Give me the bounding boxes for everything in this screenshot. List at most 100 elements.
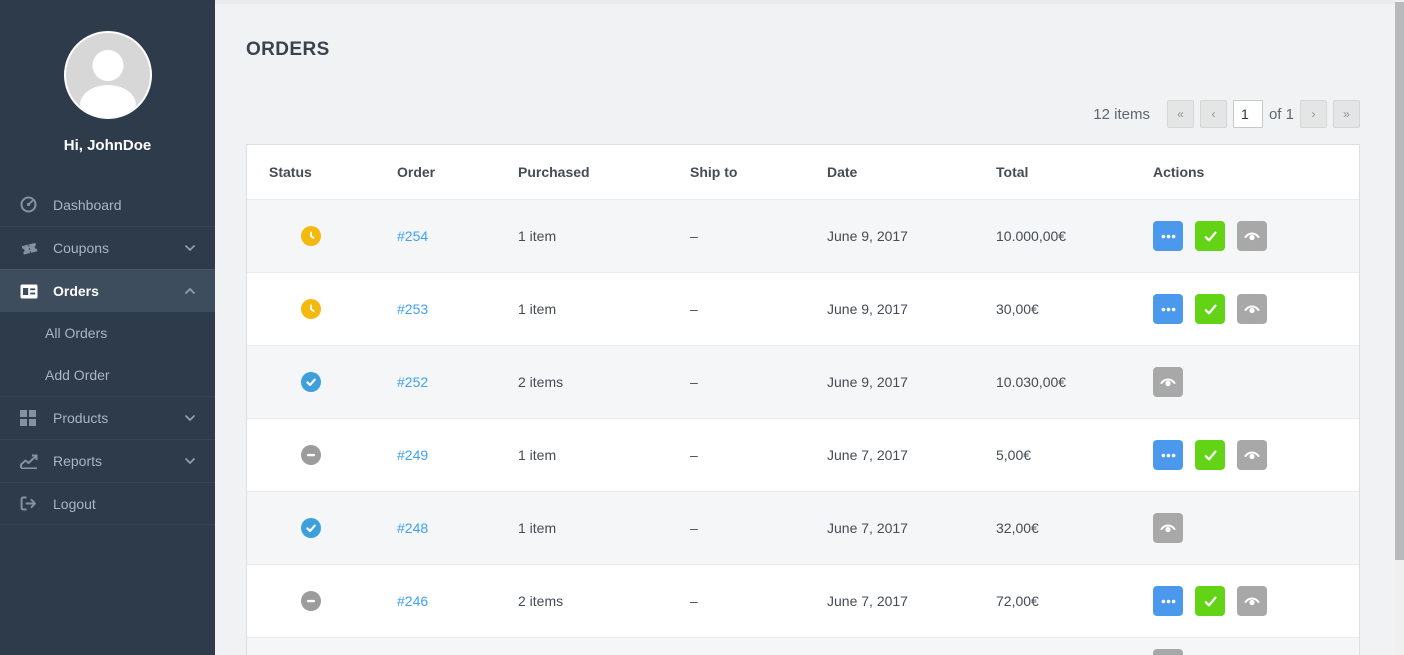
eye-icon <box>1243 594 1261 608</box>
check-icon <box>1203 229 1218 244</box>
chevron-down-icon <box>185 245 195 251</box>
order-view-button[interactable] <box>1237 294 1267 324</box>
orders-icon <box>20 284 39 299</box>
order-complete-button[interactable] <box>1195 440 1225 470</box>
order-number-link[interactable]: #248 <box>397 520 428 536</box>
sidebar-item-reports[interactable]: Reports <box>0 439 215 482</box>
order-row: #252 2 items – June 9, 2017 10.030,00€ <box>247 345 1359 418</box>
chevron-down-icon <box>185 458 195 464</box>
sidebar-item-products[interactable]: Products <box>0 396 215 439</box>
column-header-date: Date <box>827 164 858 180</box>
top-strip <box>215 0 1404 4</box>
order-view-button[interactable] <box>1153 367 1183 397</box>
reports-icon <box>20 454 39 469</box>
order-number-link[interactable]: #246 <box>397 593 428 609</box>
sidebar-item-label: Orders <box>53 283 99 299</box>
purchased-cell: 1 item <box>518 520 557 536</box>
sidebar-subitem-add-order[interactable]: Add Order <box>0 354 215 396</box>
order-cell: #254 <box>375 228 496 244</box>
eye-icon <box>1243 302 1261 316</box>
app-root: Hi, JohnDoe Dashboard Coupons Orders All Or… <box>0 0 1404 655</box>
order-processing-button[interactable] <box>1153 440 1183 470</box>
check-icon <box>1203 302 1218 317</box>
sidebar-item-label: Reports <box>53 453 103 469</box>
sidebar-subitem-all-orders[interactable]: All Orders <box>0 312 215 354</box>
page-title: ORDERS <box>246 39 330 60</box>
order-view-button[interactable] <box>1237 440 1267 470</box>
order-complete-button[interactable] <box>1195 294 1225 324</box>
order-cell: #246 <box>375 593 496 609</box>
status-cell <box>247 372 375 392</box>
status-cell <box>247 226 375 246</box>
ship-to-cell: – <box>690 374 698 390</box>
order-processing-button[interactable] <box>1153 294 1183 324</box>
minus-circle-icon <box>301 591 321 611</box>
eye-icon <box>1243 448 1261 462</box>
total-cell: 72,00€ <box>996 593 1039 609</box>
page-of-label: of 1 <box>1268 105 1294 123</box>
ellipsis-icon <box>1160 593 1177 610</box>
sidebar-nav: Dashboard Coupons Orders All Orders Add Orde… <box>0 183 215 525</box>
actions-cell <box>1131 513 1359 543</box>
user-greeting: Hi, JohnDoe <box>63 137 152 154</box>
logout-icon <box>20 496 39 511</box>
ellipsis-icon <box>1160 447 1177 464</box>
prev-page-button[interactable]: ‹ <box>1199 100 1227 128</box>
order-view-button[interactable] <box>1237 221 1267 251</box>
total-cell: 30,00€ <box>996 301 1039 317</box>
next-page-button[interactable]: › <box>1300 100 1327 128</box>
sidebar-item-logout[interactable]: Logout <box>0 482 215 525</box>
purchased-cell: 2 items <box>518 593 564 609</box>
order-processing-button[interactable] <box>1153 221 1183 251</box>
actions-cell <box>1131 294 1359 324</box>
order-number-link[interactable]: #253 <box>397 301 428 317</box>
date-cell: June 9, 2017 <box>827 228 908 244</box>
ellipsis-icon <box>1160 301 1177 318</box>
date-cell: June 9, 2017 <box>827 374 908 390</box>
order-row: #249 1 item – June 7, 2017 5,00€ <box>247 418 1359 491</box>
order-processing-button[interactable] <box>1153 586 1183 616</box>
order-view-button[interactable] <box>1237 586 1267 616</box>
actions-cell <box>1131 221 1359 251</box>
orders-table-header: Status Order Purchased Ship to Date Total Acti… <box>247 145 1359 199</box>
eye-icon <box>1243 229 1261 243</box>
chevron-down-icon <box>185 415 195 421</box>
date-cell: June 7, 2017 <box>827 520 908 536</box>
status-cell <box>247 299 375 319</box>
order-number-link[interactable]: #252 <box>397 374 428 390</box>
products-icon <box>20 410 39 426</box>
order-row: #254 1 item – June 9, 2017 10.000,00€ <box>247 199 1359 272</box>
order-complete-button[interactable] <box>1195 586 1225 616</box>
order-number-link[interactable]: #254 <box>397 228 428 244</box>
sidebar: Hi, JohnDoe Dashboard Coupons Orders All Or… <box>0 0 215 655</box>
actions-cell <box>1131 440 1359 470</box>
total-cell: 10.000,00€ <box>996 228 1067 244</box>
scrollbar-thumb[interactable] <box>1395 2 1404 560</box>
purchased-cell: 1 item <box>518 301 557 317</box>
page-number-input[interactable] <box>1232 100 1263 128</box>
orders-table: Status Order Purchased Ship to Date Total Acti… <box>246 144 1360 655</box>
order-number-link[interactable]: #249 <box>397 447 428 463</box>
check-circle-icon <box>301 372 321 392</box>
order-cell: #249 <box>375 447 496 463</box>
ellipsis-icon <box>1160 228 1177 245</box>
column-header-ship-to: Ship to <box>690 164 738 180</box>
column-header-actions: Actions <box>1153 164 1205 180</box>
avatar <box>63 31 152 119</box>
coupons-icon <box>20 240 39 257</box>
ship-to-cell: – <box>690 447 698 463</box>
sidebar-item-coupons[interactable]: Coupons <box>0 226 215 269</box>
actions-cell <box>1131 586 1359 616</box>
date-cell: June 7, 2017 <box>827 447 908 463</box>
order-view-button[interactable] <box>1153 513 1183 543</box>
ship-to-cell: – <box>690 228 698 244</box>
last-page-button[interactable]: » <box>1333 100 1360 128</box>
status-cell <box>247 591 375 611</box>
order-complete-button[interactable] <box>1195 221 1225 251</box>
order-view-button[interactable] <box>1153 649 1183 655</box>
first-page-button[interactable]: « <box>1166 100 1194 128</box>
sidebar-item-dashboard[interactable]: Dashboard <box>0 183 215 226</box>
orders-table-body: #254 1 item – June 9, 2017 10.000,00€ #253 1 i… <box>247 199 1359 655</box>
sidebar-item-orders[interactable]: Orders <box>0 269 215 312</box>
status-cell <box>247 518 375 538</box>
